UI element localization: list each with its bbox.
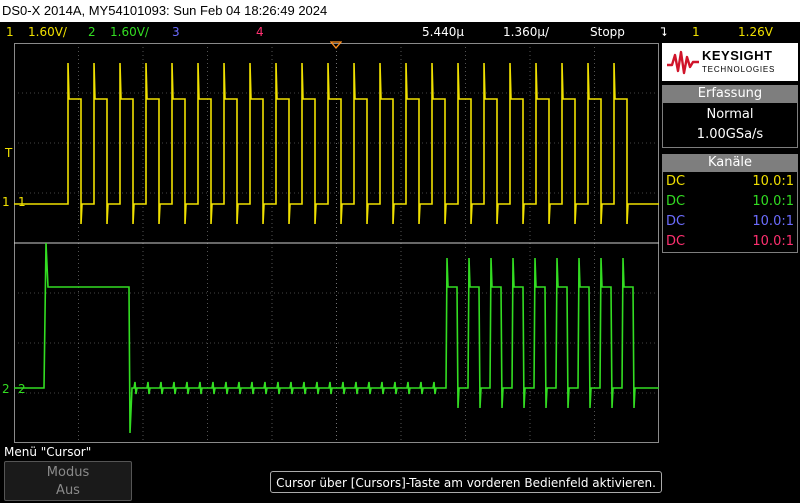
cursor-hint: Cursor über [Cursors]-Taste am vorderen … <box>270 471 662 493</box>
channel-row-4: DC 10.0:1 <box>663 232 797 252</box>
channels-box: DC 10.0:1 DC 10.0:1 DC 10.0:1 DC 10.0:1 <box>662 172 798 253</box>
ch3-number[interactable]: 3 <box>172 22 180 42</box>
trigger-edge-icon: ⮧ <box>660 25 668 39</box>
ch1-probe: 10.0:1 <box>752 174 794 189</box>
ch1-ground-marker[interactable]: 1 <box>2 195 10 209</box>
ch4-number[interactable]: 4 <box>256 22 264 42</box>
ch2-number[interactable]: 2 <box>88 22 96 42</box>
brand-name: KEYSIGHT <box>702 48 773 63</box>
ch1-number[interactable]: 1 <box>6 22 14 42</box>
channels-header: Kanäle <box>662 154 798 172</box>
acquisition-header: Erfassung <box>662 85 798 103</box>
softkey-title: Modus <box>46 465 90 480</box>
acquisition-mode: Normal <box>706 107 754 122</box>
side-panel: KEYSIGHT TECHNOLOGIES Erfassung Normal 1… <box>662 43 798 253</box>
brand-sub: TECHNOLOGIES <box>702 65 776 74</box>
time-position[interactable]: 5.440µ <box>422 22 464 42</box>
window-title: DS0-X 2014A, MY54101093: Sun Feb 04 18:2… <box>2 3 328 18</box>
run-state: Stopp <box>590 25 625 39</box>
time-per-div[interactable]: 1.360µ/ <box>503 22 549 42</box>
ch1-coupling: DC <box>666 174 686 189</box>
mode-softkey[interactable]: Modus Aus <box>4 461 132 501</box>
ch4-coupling: DC <box>666 234 686 249</box>
ch3-probe: 10.0:1 <box>752 214 794 229</box>
softkey-value: Aus <box>56 483 80 498</box>
ch2-ground-marker[interactable]: 2 <box>2 382 10 396</box>
keysight-wave-icon <box>667 50 699 75</box>
sample-rate: 1.00GSa/s <box>696 127 764 142</box>
ch2-scale[interactable]: 1.60V/ <box>110 22 149 42</box>
ch4-probe: 10.0:1 <box>752 234 794 249</box>
ch2-coupling: DC <box>666 194 686 209</box>
ch1-scale[interactable]: 1.60V/ <box>28 22 67 42</box>
ch1-label-marker: 1 <box>18 195 26 209</box>
trigger-position-icon[interactable] <box>330 41 342 49</box>
ch3-coupling: DC <box>666 214 686 229</box>
trigger-level-marker[interactable]: T <box>5 146 12 160</box>
ch2-label-marker: 2 <box>18 382 26 396</box>
menu-title: Menü "Cursor" <box>4 445 92 459</box>
trigger-source[interactable]: 1 <box>692 22 700 42</box>
keysight-logo: KEYSIGHT TECHNOLOGIES <box>662 43 798 81</box>
waveform-display[interactable] <box>14 43 659 443</box>
channel-row-2: DC 10.0:1 <box>663 192 797 212</box>
acquisition-box: Normal 1.00GSa/s <box>662 103 798 148</box>
channel-row-3: DC 10.0:1 <box>663 212 797 232</box>
channel-row-1: DC 10.0:1 <box>663 172 797 192</box>
status-bar: 1 1.60V/ 2 1.60V/ 3 4 5.440µ 1.360µ/ Sto… <box>0 22 800 42</box>
trigger-level[interactable]: 1.26V <box>738 22 773 42</box>
title-bar: DS0-X 2014A, MY54101093: Sun Feb 04 18:2… <box>0 0 800 22</box>
ch2-probe: 10.0:1 <box>752 194 794 209</box>
